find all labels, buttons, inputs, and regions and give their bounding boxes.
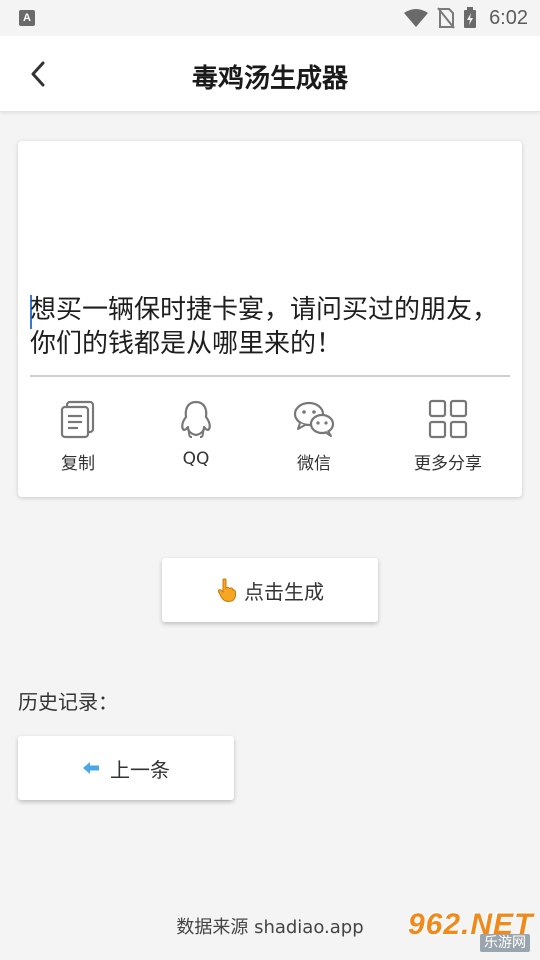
notification-a-icon: A (19, 10, 35, 26)
quote-text[interactable]: 想买一辆保时捷卡宴，请问买过的朋友，你们的钱都是从哪里来的！ (30, 293, 510, 361)
app-header: 毒鸡汤生成器 (0, 36, 540, 112)
more-share-button[interactable]: 更多分享 (388, 399, 508, 479)
status-icons: 6:02 (403, 0, 528, 36)
previous-label: 上一条 (110, 757, 170, 782)
wechat-label: 微信 (297, 454, 331, 474)
copy-label: 复制 (61, 454, 95, 474)
site-watermark: 962.NET 乐游网 (402, 908, 534, 954)
battery-charging-icon (464, 7, 477, 28)
quote-card: 想买一辆保时捷卡宴，请问买过的朋友，你们的钱都是从哪里来的！ 复制 QQ 微信 … (18, 141, 522, 497)
page-title: 毒鸡汤生成器 (191, 64, 348, 94)
status-time: 6:02 (489, 6, 528, 29)
share-actions: 复制 QQ 微信 更多分享 (18, 377, 522, 497)
qq-penguin-icon (181, 400, 211, 438)
generate-label: 点击生成 (244, 579, 324, 604)
wifi-icon (404, 9, 429, 27)
watermark-sub-text: 乐游网 (480, 934, 530, 952)
arrow-left-icon (83, 762, 99, 774)
grid-icon (428, 399, 468, 439)
wechat-icon (293, 401, 335, 437)
history-label: 历史记录： (18, 690, 118, 714)
more-share-label: 更多分享 (414, 454, 482, 474)
qq-label: QQ (182, 449, 210, 469)
copy-icon (60, 400, 95, 439)
copy-button[interactable]: 复制 (18, 399, 138, 479)
generate-button[interactable]: 点击生成 (162, 558, 378, 622)
previous-button[interactable]: 上一条 (18, 736, 234, 800)
wechat-share-button[interactable]: 微信 (254, 399, 374, 479)
qq-share-button[interactable]: QQ (136, 399, 256, 479)
pointing-hand-icon (217, 578, 236, 602)
no-sim-icon (437, 7, 455, 29)
status-bar: A 6:02 (0, 0, 540, 36)
